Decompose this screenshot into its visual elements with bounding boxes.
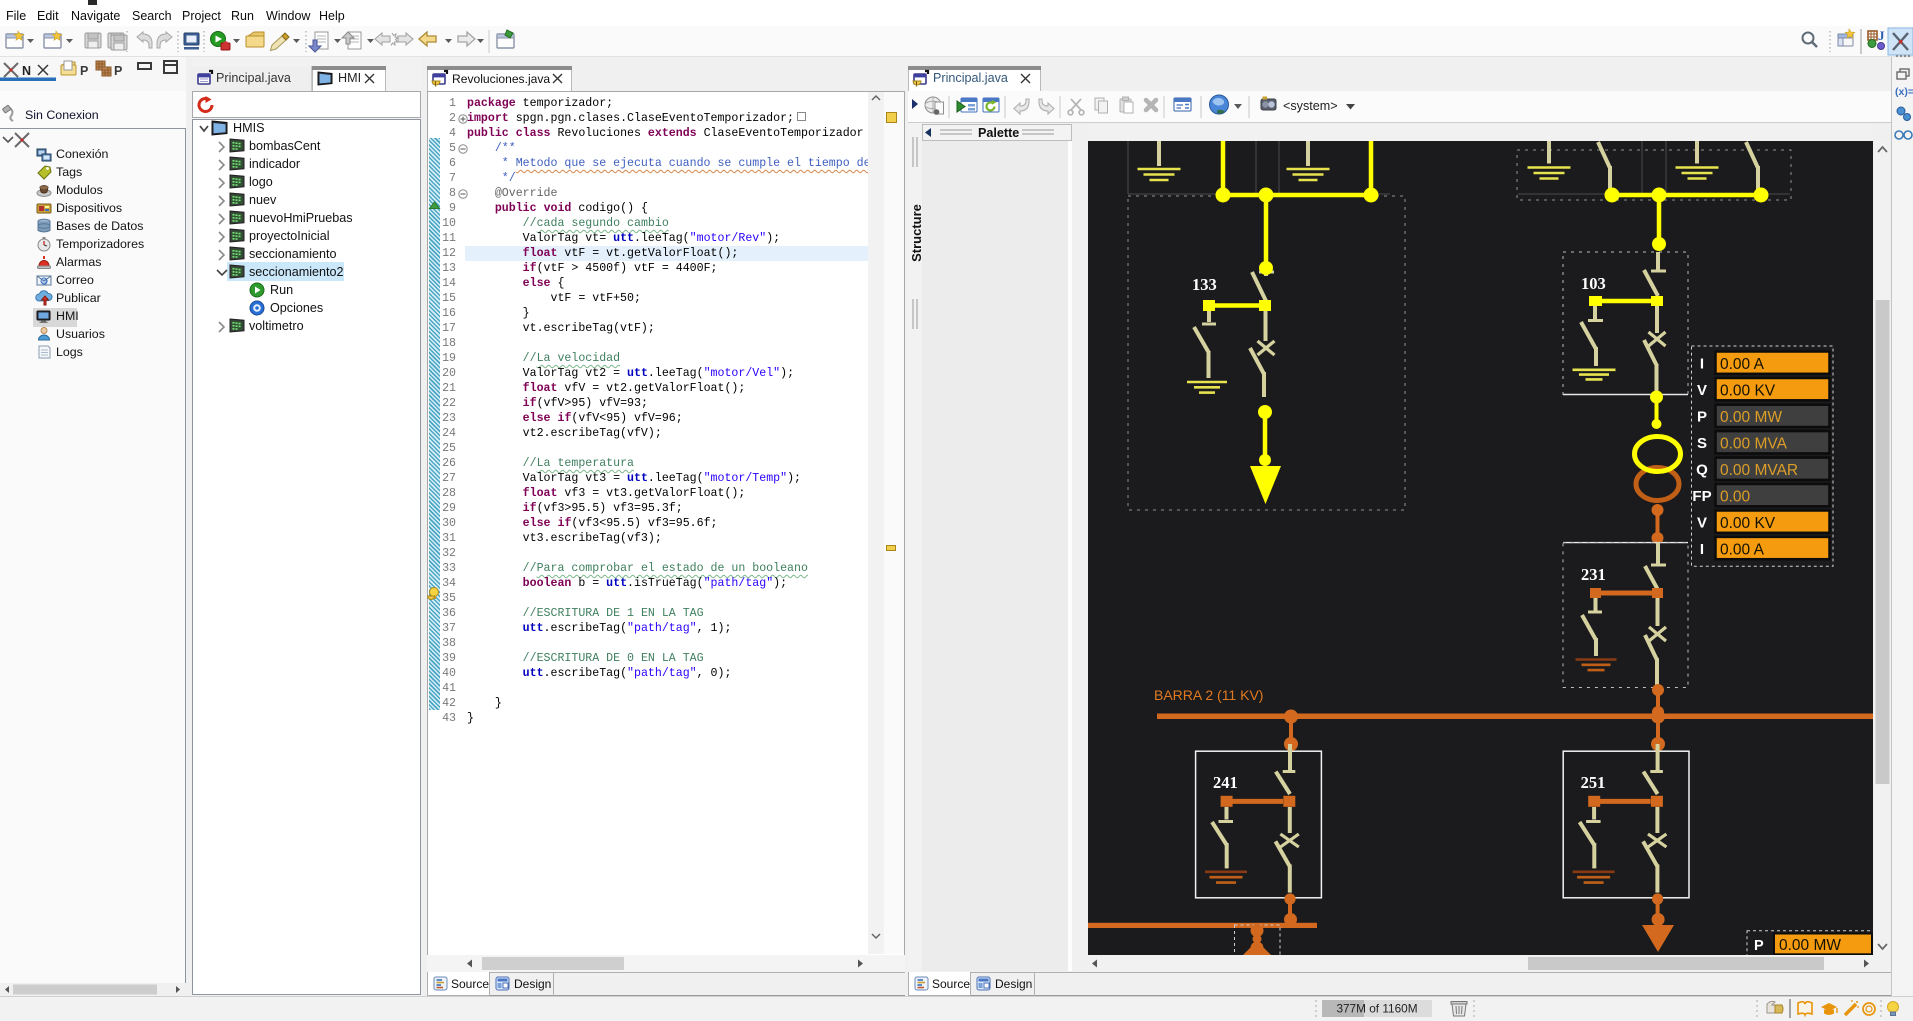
svg-text:231: 231	[1581, 565, 1606, 584]
svg-text:0.00 KV: 0.00 KV	[1720, 383, 1776, 400]
svg-text:0.00 MW: 0.00 MW	[1720, 409, 1782, 426]
svg-text:S: S	[1697, 435, 1707, 452]
svg-text:!: !	[434, 82, 436, 89]
svg-text:377M of 1160M: 377M of 1160M	[1336, 1002, 1417, 1016]
svg-text:0.00 A: 0.00 A	[1720, 356, 1765, 373]
svg-text:103: 103	[1581, 274, 1606, 293]
svg-text:Q: Q	[1696, 462, 1708, 479]
svg-text:251: 251	[1581, 773, 1606, 792]
svg-text:0.00 MVAR: 0.00 MVAR	[1720, 462, 1798, 479]
svg-text:133: 133	[1192, 275, 1217, 294]
svg-text:0.00 MW: 0.00 MW	[1779, 937, 1841, 954]
svg-text:<system>: <system>	[1283, 99, 1338, 113]
svg-text:J: J	[1878, 28, 1885, 43]
svg-text:0.00 MVA: 0.00 MVA	[1720, 436, 1788, 453]
svg-text:@: @	[42, 280, 48, 286]
svg-text:241: 241	[1213, 773, 1238, 792]
svg-text:V: V	[1697, 382, 1707, 399]
svg-text:I: I	[1700, 541, 1704, 558]
svg-text:I: I	[1700, 356, 1704, 373]
svg-text:P: P	[114, 64, 122, 78]
svg-text:(x)=: (x)=	[1895, 86, 1913, 98]
svg-text:P: P	[80, 64, 88, 78]
svg-text:V: V	[1697, 515, 1707, 532]
svg-text:P: P	[1697, 409, 1707, 426]
svg-text:N: N	[22, 64, 31, 78]
svg-text:!: !	[915, 82, 917, 89]
svg-text:0.00 A: 0.00 A	[1720, 541, 1765, 558]
svg-text:0.00: 0.00	[1720, 489, 1751, 506]
svg-text:P: P	[1754, 938, 1764, 954]
svg-text:0.00 KV: 0.00 KV	[1720, 515, 1776, 532]
svg-text:FP: FP	[1692, 488, 1711, 505]
svg-text:Palette: Palette	[978, 126, 1019, 140]
svg-text:BARRA 2 (11 KV): BARRA 2 (11 KV)	[1154, 687, 1263, 703]
